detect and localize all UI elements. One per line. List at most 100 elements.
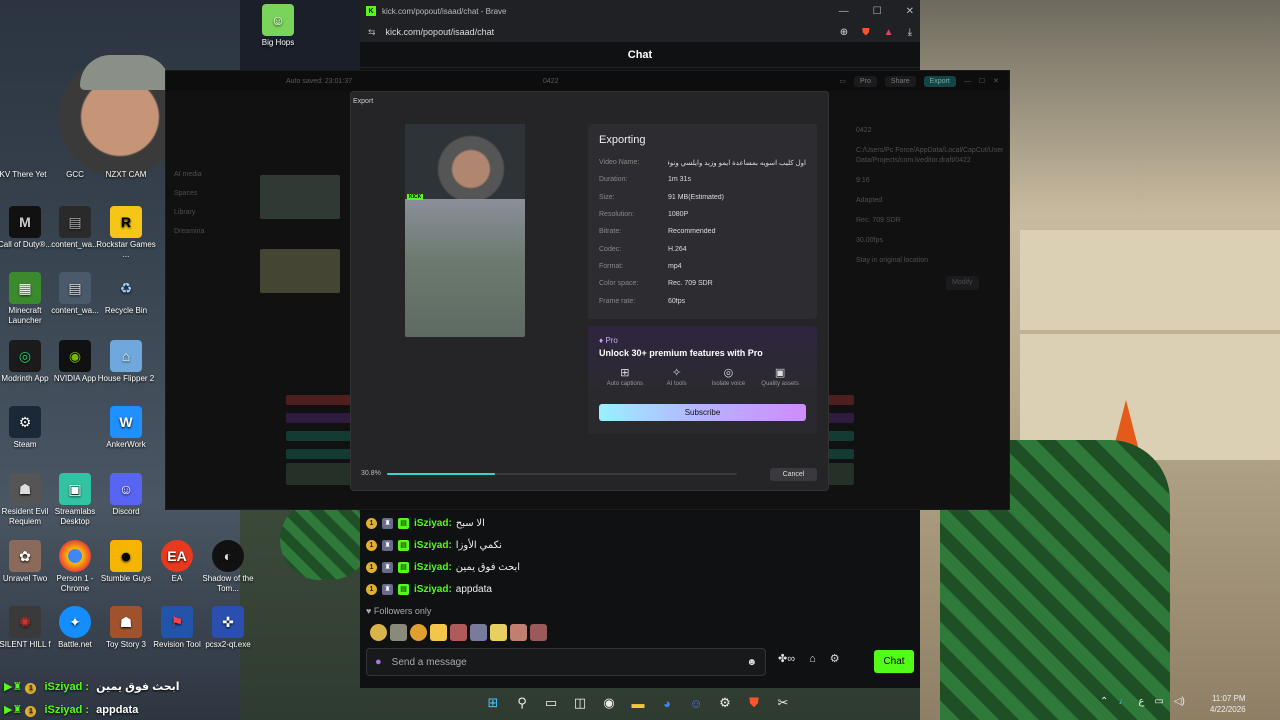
desktop-icon-pcsx2[interactable]: ✜ pcsx2-qt.exe: [195, 606, 261, 650]
chat-username[interactable]: iSziyad:: [414, 584, 452, 595]
emoji-icon[interactable]: ☻: [746, 657, 757, 668]
capcut-icon[interactable]: ✂: [774, 694, 792, 712]
info-row: Duration: 1m 31s: [599, 176, 691, 184]
desktop-icon[interactable]: NZXT CAM: [93, 170, 159, 180]
desktop-icon-recycle[interactable]: ♻ Recycle Bin: [93, 272, 159, 316]
ea-icon: EA: [161, 540, 193, 572]
chat-username[interactable]: iSziyad:: [414, 562, 452, 573]
sub-badge-icon: 1: [25, 683, 37, 694]
stream-overlay-chat: ▶♜ 1 iSziyad : ابحث فوق يمين ▶♜ 1 iSziya…: [4, 676, 180, 720]
info-row: Color space: Rec. 709 SDR: [599, 280, 713, 288]
minimize-icon[interactable]: —: [839, 6, 849, 17]
brave-shields-icon[interactable]: ⛊: [862, 27, 870, 38]
follower-badge-icon: ▤: [398, 561, 409, 573]
chat-tools: ✤∞ ⌂ ⚙: [778, 652, 840, 666]
house-icon: ⌂: [110, 340, 142, 372]
progress-percent: 30.8%: [361, 470, 381, 477]
desktop-icon-bighops[interactable]: ☺ Big Hops: [245, 4, 311, 48]
emote-bar: [370, 624, 547, 641]
url-text[interactable]: kick.com/popout/isaad/chat: [386, 27, 495, 37]
emote-icon[interactable]: [430, 624, 447, 641]
file-explorer-icon[interactable]: ▬: [629, 694, 647, 712]
cancel-button[interactable]: Cancel: [770, 468, 817, 481]
info-row: Frame rate: 60fps: [599, 297, 686, 305]
recycle-bin-icon: ♻: [119, 280, 133, 296]
volume-icon[interactable]: ◁): [1174, 696, 1185, 707]
steam-icon[interactable]: ⚙: [716, 694, 734, 712]
info-row: Resolution: 1080P: [599, 211, 689, 219]
settings-icon[interactable]: ⚙: [830, 652, 840, 665]
chat-message: 1 ♜ ▤ iSziyad: appdata: [366, 578, 906, 600]
chat-text: الا سبح: [455, 517, 485, 529]
pro-badge: ♦ Pro: [599, 336, 618, 345]
zoom-icon[interactable]: ⊕: [840, 27, 848, 38]
steam-icon: ⚙: [9, 406, 41, 438]
obs-icon[interactable]: ◉: [600, 694, 618, 712]
search-icon[interactable]: ⚲: [513, 694, 531, 712]
chat-username[interactable]: iSziyad:: [414, 540, 452, 551]
desktop-icon-steam[interactable]: ⚙ Steam: [0, 406, 58, 450]
site-settings-icon[interactable]: ⇆: [368, 27, 376, 38]
brave-icon[interactable]: ⛊: [745, 694, 763, 712]
desktop-icon-rockstar[interactable]: R Rockstar Games ...: [93, 206, 159, 260]
subscribe-button[interactable]: Subscribe: [599, 404, 806, 421]
chat-message: 1 ♜ ▤ iSziyad: ابحث فوق يمين: [366, 556, 906, 578]
emote-icon[interactable]: [510, 624, 527, 641]
follower-badge-icon: ▤: [398, 583, 409, 595]
folder-icon: ▤: [59, 206, 91, 238]
emote-icon[interactable]: [490, 624, 507, 641]
feature-quality-assets: ▣ Quality assets: [754, 366, 806, 387]
language-indicator[interactable]: ع: [1138, 696, 1144, 707]
overlay-chat-line: ▶♜ 1 iSziyad : appdata: [4, 704, 139, 717]
discord-icon[interactable]: ☺: [687, 694, 705, 712]
emote-icon[interactable]: [370, 624, 387, 641]
progress-fill: [387, 473, 495, 475]
feature-auto-captions: ⊞ Auto captions: [599, 366, 651, 387]
feature-ai-tools: ✧ AI tools: [651, 366, 703, 387]
kick-points-icon[interactable]: ✤∞: [778, 652, 795, 665]
chat-message: 1 ♜ ▤ iSziyad: نكمي الأوزا: [366, 534, 906, 556]
verified-badge-icon: ♜: [382, 583, 393, 595]
chat-input[interactable]: ● Send a message ☻: [366, 648, 766, 676]
emote-icon[interactable]: [530, 624, 547, 641]
chat-input-placeholder[interactable]: Send a message: [392, 657, 467, 668]
desktop-icon-tombraider[interactable]: ◐ Shadow of the Tom...: [195, 540, 261, 594]
rockstar-icon: R: [110, 206, 142, 238]
captions-icon: ⊞: [620, 367, 630, 379]
microphone-icon[interactable]: ♩: [1118, 696, 1128, 707]
chat-header: Chat: [360, 42, 920, 68]
export-info: Exporting Video Name: اول كليب اسويه بمسا…: [588, 124, 817, 319]
chevron-up-icon[interactable]: ⌃: [1100, 696, 1108, 707]
verified-badge-icon: ♜: [382, 539, 393, 551]
microphone-icon[interactable]: ●: [375, 656, 382, 668]
chat-username[interactable]: iSziyad:: [414, 518, 452, 529]
big-hops-icon: ☺: [262, 4, 294, 36]
emote-icon[interactable]: [390, 624, 407, 641]
quality-assets-icon: ▣: [774, 367, 786, 379]
pro-upsell: ♦ Pro Unlock 30+ premium features with P…: [588, 326, 817, 434]
maximize-icon[interactable]: ☐: [873, 6, 882, 17]
windows-start-icon[interactable]: ⊞: [484, 694, 502, 712]
task-view-icon[interactable]: ▭: [542, 694, 560, 712]
desktop-icon-anker[interactable]: W AnkerWork: [93, 406, 159, 450]
desktop-icon-discord[interactable]: ☺ Discord: [93, 473, 159, 517]
chrome-icon[interactable]: ◕: [658, 694, 676, 712]
chat-send-button[interactable]: Chat: [874, 650, 914, 673]
brave-rewards-icon[interactable]: ▲: [884, 27, 894, 38]
store-icon[interactable]: ⌂: [809, 653, 816, 665]
desktop-icon-houseflipper[interactable]: ⌂ House Flipper 2: [93, 340, 159, 384]
emote-icon[interactable]: [450, 624, 467, 641]
store-icon[interactable]: ◫: [571, 694, 589, 712]
verified-badge-icon: ♜: [382, 517, 393, 529]
clock[interactable]: 11:07 PM 4/22/2026: [1210, 693, 1246, 715]
overlay-badges-icon: ▶♜: [4, 704, 23, 716]
chat-text: appdata: [455, 583, 492, 595]
close-icon[interactable]: ✕: [906, 6, 914, 17]
emote-icon[interactable]: [470, 624, 487, 641]
download-icon[interactable]: ⤓: [908, 27, 912, 38]
tomb-raider-icon: ◐: [212, 540, 244, 572]
address-bar[interactable]: ⇆ kick.com/popout/isaad/chat ⊕ ⛊ ▲ ⤓: [360, 22, 920, 42]
network-icon[interactable]: ▭: [1154, 696, 1163, 707]
emote-icon[interactable]: [410, 624, 427, 641]
diamond-icon: ♦: [599, 336, 604, 345]
